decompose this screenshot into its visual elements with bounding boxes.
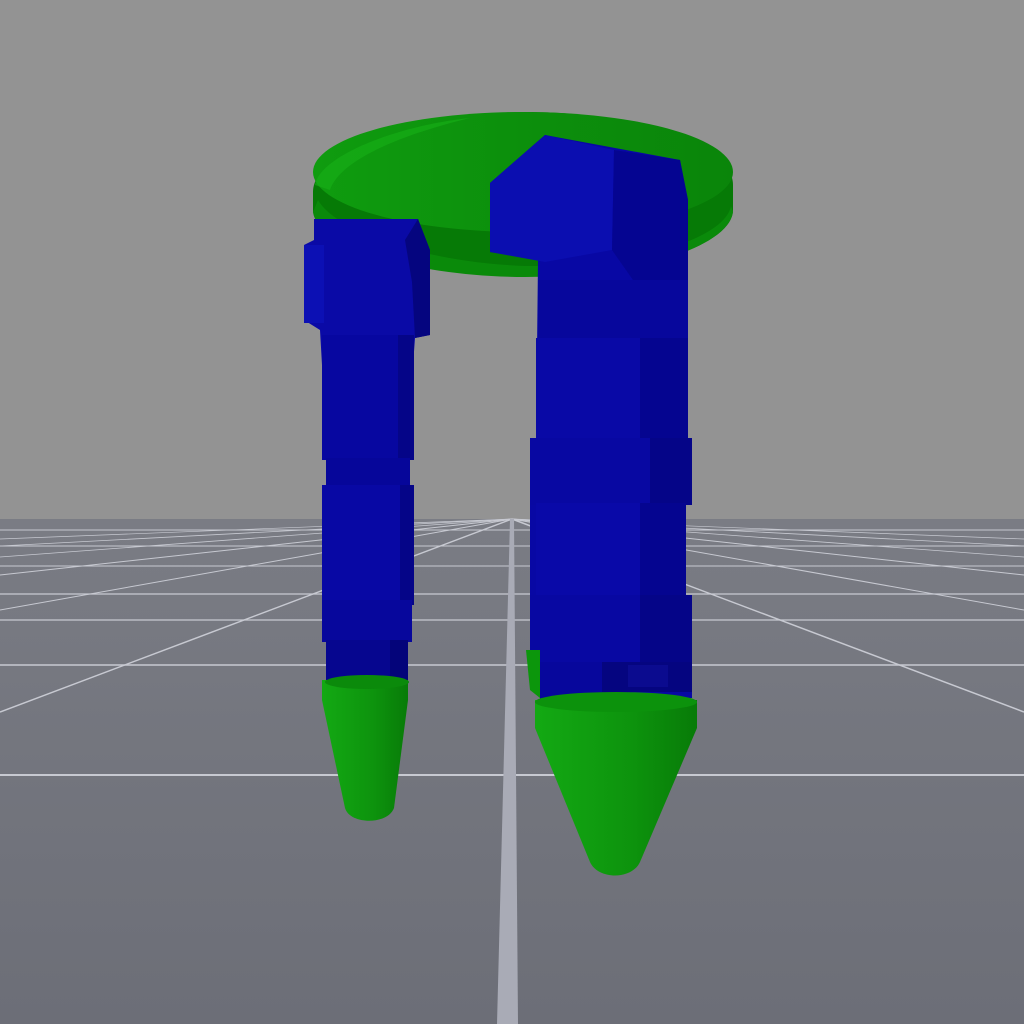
3d-render-scene	[0, 0, 1024, 1024]
left-leg	[304, 219, 430, 680]
